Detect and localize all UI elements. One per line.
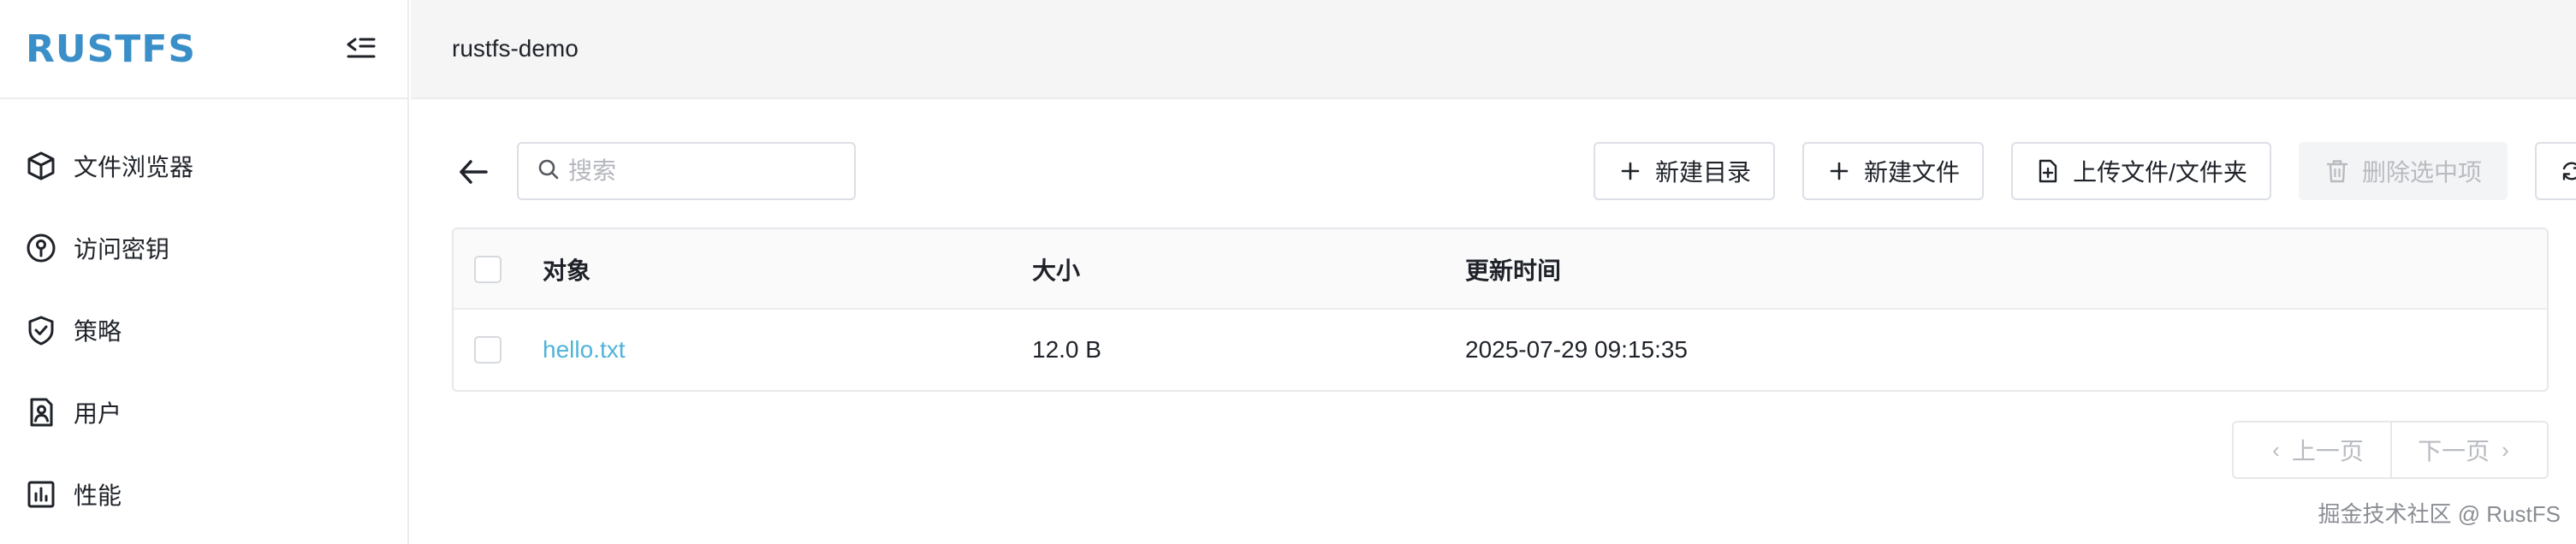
back-arrow-icon[interactable]	[452, 151, 495, 193]
row-select-cell	[474, 310, 502, 390]
sidebar-header: RUSTFS	[0, 0, 407, 99]
key-circle-icon	[24, 231, 58, 265]
trash-icon	[2324, 158, 2350, 184]
sidebar-item-access-keys[interactable]: 访问密钥	[0, 207, 407, 289]
new-file-button[interactable]: 新建文件	[1802, 142, 1984, 200]
search-box[interactable]	[517, 142, 856, 200]
refresh-button[interactable]: 刷新	[2535, 142, 2576, 200]
sidebar-item-file-browser[interactable]: 文件浏览器	[0, 125, 407, 207]
column-header-updated[interactable]: 更新时间	[1465, 229, 1561, 310]
search-icon	[537, 158, 560, 185]
next-page-button[interactable]: 下一页 ›	[2390, 423, 2547, 477]
delete-selected-label: 删除选中项	[2361, 159, 2482, 186]
upload-button[interactable]: 上传文件/文件夹	[2011, 142, 2271, 200]
sidebar: RUSTFS 文件浏览器 访问密钥 策略 用户 性能	[0, 0, 409, 544]
sidebar-item-label: 访问密钥	[74, 236, 170, 263]
sidebar-item-label: 文件浏览器	[74, 154, 194, 180]
prev-page-button[interactable]: ‹ 上一页	[2234, 423, 2390, 477]
object-name-link[interactable]: hello.txt	[543, 310, 626, 390]
table-header: 对象 大小 更新时间	[454, 229, 2547, 310]
bar-chart-icon	[24, 477, 58, 511]
sidebar-item-label: 性能	[74, 482, 122, 509]
sidebar-item-policies[interactable]: 策略	[0, 289, 407, 371]
object-updated-time: 2025-07-29 09:15:35	[1465, 336, 1688, 363]
app-logo[interactable]: RUSTFS	[26, 27, 196, 71]
sidebar-collapse-icon[interactable]	[344, 32, 378, 66]
objects-table: 对象 大小 更新时间 hello.txt 12.0 B 2025-07-29 0…	[452, 228, 2549, 392]
select-all-checkbox[interactable]	[474, 256, 502, 283]
chevron-left-icon: ‹	[2272, 436, 2280, 463]
delete-selected-button[interactable]: 删除选中项	[2299, 142, 2508, 200]
toolbar: 新建目录 新建文件 上传文件/文件夹	[452, 142, 2576, 202]
file-upload-icon	[2035, 158, 2061, 184]
refresh-icon	[2559, 158, 2576, 184]
new-file-label: 新建文件	[1863, 159, 1960, 186]
sidebar-item-performance[interactable]: 性能	[0, 453, 407, 535]
column-header-size[interactable]: 大小	[1032, 229, 1080, 310]
cube-icon	[24, 149, 58, 183]
object-size: 12.0 B	[1032, 336, 1101, 363]
select-all-cell	[474, 229, 502, 310]
upload-label: 上传文件/文件夹	[2073, 159, 2247, 186]
watermark: 掘金技术社区 @ RustFS	[2318, 501, 2561, 527]
column-header-object[interactable]: 对象	[543, 229, 591, 310]
plus-icon	[1617, 158, 1643, 184]
sidebar-nav: 文件浏览器 访问密钥 策略 用户 性能	[0, 99, 407, 535]
main-content: 新建目录 新建文件 上传文件/文件夹	[411, 101, 2576, 544]
next-page-label: 下一页	[2418, 438, 2490, 464]
prev-page-label: 上一页	[2291, 438, 2364, 464]
chevron-right-icon: ›	[2502, 436, 2509, 463]
sidebar-item-users[interactable]: 用户	[0, 371, 407, 453]
sidebar-item-label: 策略	[74, 318, 122, 345]
new-directory-button[interactable]: 新建目录	[1594, 142, 1775, 200]
pagination: ‹ 上一页 下一页 ›	[2232, 421, 2549, 479]
header-bar: rustfs-demo	[411, 0, 2576, 99]
table-row[interactable]: hello.txt 12.0 B 2025-07-29 09:15:35	[454, 310, 2547, 390]
sidebar-item-label: 用户	[74, 400, 122, 427]
bucket-name: rustfs-demo	[452, 35, 579, 62]
row-checkbox[interactable]	[474, 336, 502, 364]
user-card-icon	[24, 395, 58, 429]
new-directory-label: 新建目录	[1654, 159, 1751, 186]
plus-icon	[1826, 158, 1852, 184]
search-input[interactable]	[568, 157, 842, 185]
shield-check-icon	[24, 313, 58, 347]
